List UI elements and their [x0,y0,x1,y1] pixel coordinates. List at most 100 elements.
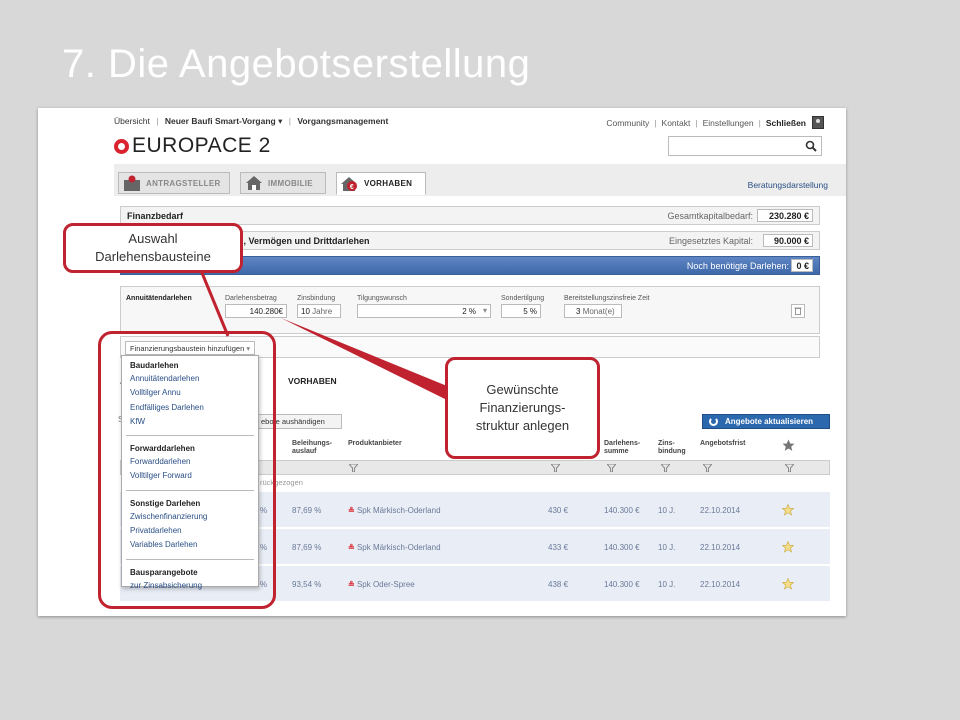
callout-line: Auswahl [128,231,178,246]
filter-icon[interactable] [703,464,712,472]
vorhaben-heading: VORHABEN [288,376,337,386]
chevron-down-icon[interactable]: ▾ [276,116,282,126]
darlehensbaustein: Annuitätendarlehen Darlehensbetrag Zinsb… [120,286,820,334]
eingesetztes-kapital-label: Eingesetztes Kapital: [668,236,753,246]
slide-title: 7. Die Angebotserstellung [62,42,531,86]
gesamtkapitalbedarf-value: 230.280 € [757,209,813,222]
noch-benoetigt-label: Noch benötigte Darlehen: [686,261,789,271]
filter-icon[interactable] [607,464,616,472]
sparkasse-icon: ≗ [348,506,355,515]
zinsbindung-input[interactable]: 10 Jahre [297,304,341,318]
tab-label: IMMOBILIE [268,178,313,188]
europace-logo: EUROPACE 2 [114,134,271,158]
star-icon[interactable] [782,541,794,553]
zinsbindung-value: 10 [301,307,310,316]
search-input[interactable] [668,136,822,156]
caption-sondertilgung: Sondertilgung [501,295,545,302]
sondertilgung-unit: % [529,307,537,316]
zinsbindung-unit: Jahre [312,307,333,316]
filter-icon[interactable] [551,464,560,472]
callout-line: Gewünschte [486,382,559,397]
nav-einstellungen[interactable]: Einstellungen [703,118,754,128]
nav-kontakt[interactable]: Kontakt [662,118,691,128]
refresh-icon [709,417,718,426]
aktualisieren-label: Angebote aktualisieren [725,417,814,426]
tab-label: VORHABEN [364,179,413,188]
delete-icon[interactable] [791,304,805,318]
person-icon [124,175,140,191]
darlehensbetrag-input[interactable]: 140.280€ [225,304,287,318]
offer-summe: 140.300 € [604,543,640,552]
house-icon [246,176,262,190]
tab-antragsteller[interactable]: ANTRAGSTELLER [118,172,230,194]
gesamtkapitalbedarf-label: Gesamtkapitalbedarf: [667,211,753,221]
header-darlehenssumme: Darlehens- summe [604,440,641,455]
euro-house-icon: € [341,176,357,191]
callout-gewuenscht: Gewünschte Finanzierungs-struktur anlegen [445,357,600,459]
offer-anbieter: Spk Oder-Spree [356,580,415,589]
star-icon[interactable] [782,504,794,516]
bereitstellung-input[interactable]: 3 Monat(e) [564,304,622,318]
nav-neuer-vorgang[interactable]: Neuer Baufi Smart-Vorgang [165,116,276,126]
header-produktanbieter: Produktanbieter [348,440,402,447]
header-beleihungsauslauf: Beleihungs- auslauf [292,440,333,455]
offer-anbieter: Spk Märkisch-Oderland [356,506,441,515]
highlight-frame [98,331,276,609]
filter-icon[interactable] [785,464,794,472]
offer-anbieter: Spk Märkisch-Oderland [356,543,441,552]
star-icon[interactable] [782,578,794,590]
bereitstellung-unit: Monat(e) [582,307,615,316]
noch-benoetigt-value: 0 € [791,259,813,272]
nav-community[interactable]: Community [606,118,649,128]
callout-auswahl: Auswahl Darlehensbausteine [63,223,243,273]
callout-line: Finanzierungs- [479,400,566,415]
logo-ring-icon [114,138,129,154]
beratungsdarstellung-link[interactable]: Beratungsdarstellung [748,180,828,190]
top-navigation: Übersicht | Neuer Baufi Smart-Vorgang ▾ … [114,116,389,126]
finanzbedarf-label: Finanzbedarf [127,211,184,221]
sondertilgung-value: 5 [523,307,528,316]
tilgungswunsch-select[interactable]: 2 % ▾ [357,304,491,318]
callout-line: Darlehensbausteine [95,249,211,264]
tab-vorhaben[interactable]: € VORHABEN [336,172,426,195]
tab-bar: ANTRAGSTELLER IMMOBILIE € VORHABEN [114,164,846,196]
callout-line: struktur anlegen [475,418,570,433]
offer-zinsbindung: 10 J. [658,543,676,552]
avatar[interactable] [812,116,824,129]
tab-label: ANTRAGSTELLER [146,178,221,188]
caption-zinsbindung: Zinsbindung [297,295,336,302]
offer-rate: 438 € [548,580,569,589]
caption-bereitstellung: Bereitstellungszinsfreie Zeit [564,295,650,302]
sondertilgung-input[interactable]: 5 % [501,304,541,318]
offer-summe: 140.300 € [604,580,640,589]
offer-frist: 22.10.2014 [700,543,741,552]
offer-frist: 22.10.2014 [700,580,741,589]
angebote-aktualisieren-button[interactable]: Angebote aktualisieren [702,414,830,429]
filter-icon[interactable] [661,464,670,472]
sparkasse-icon: ≗ [348,580,355,589]
nav-uebersicht[interactable]: Übersicht [114,116,150,126]
tab-immobilie[interactable]: IMMOBILIE [240,172,326,194]
offer-beleihung: 87,69 % [292,543,322,552]
caption-darlehensbetrag: Darlehensbetrag [225,295,277,302]
filter-icon[interactable] [349,464,358,472]
chevron-down-icon: ▾ [482,306,487,315]
nav-vorgangsmanagement[interactable]: Vorgangsmanagement [297,116,388,126]
star-header-icon[interactable] [782,439,795,452]
svg-text:€: € [350,184,354,191]
offer-zinsbindung: 10 J. [658,506,676,515]
right-navigation: Community | Kontakt | Einstellungen | Sc… [606,116,824,129]
offer-beleihung: 93,54 % [292,580,322,589]
tilgungswunsch-value: 2 % [462,307,476,316]
nav-schliessen[interactable]: Schließen [766,118,806,128]
darlehensbetrag-value: 140.280 [249,307,279,316]
caption-tilgungswunsch: Tilgungswunsch [357,295,407,302]
offer-zinsbindung: 10 J. [658,580,676,589]
search-icon[interactable] [805,140,817,152]
offer-rate: 430 € [548,506,569,515]
bereitstellung-value: 3 [576,307,581,316]
offer-frist: 22.10.2014 [700,506,741,515]
offer-summe: 140.300 € [604,506,640,515]
eigenkapital-label: l, Vermögen und Drittdarlehen [241,236,370,246]
sparkasse-icon: ≗ [348,543,355,552]
